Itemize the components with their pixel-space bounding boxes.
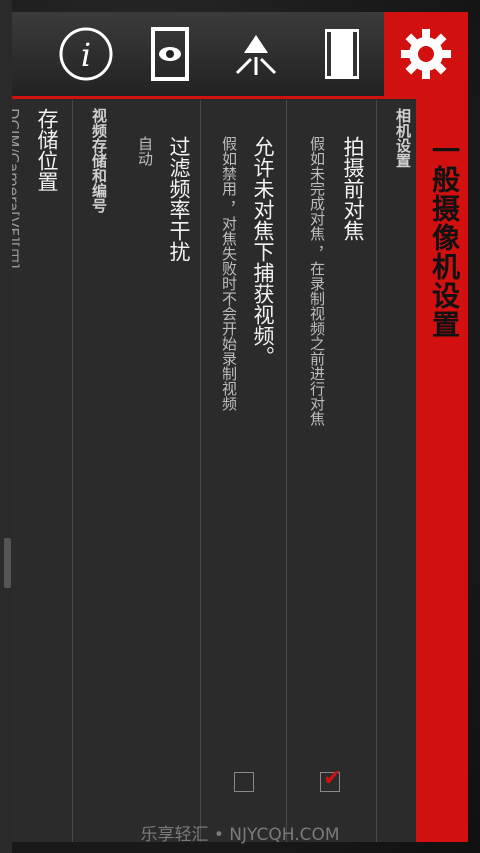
flash-button[interactable] <box>218 12 294 96</box>
checkbox-unchecked[interactable] <box>234 772 254 792</box>
setting-storage-location[interactable]: 存储位置 DCIM/Camera[VF][日] <box>12 96 72 842</box>
divider <box>286 100 287 842</box>
setting-focus-before-recording[interactable]: 拍摄前对焦 假如未完成对焦 ，在录制视频之前进行对焦 ✔ <box>288 96 376 842</box>
watermark: 乐享轻汇 • NJYCQH.COM <box>140 825 340 845</box>
setting-subtitle: 假如禁用 ，对焦失败时不会开始录制视频 <box>220 136 238 411</box>
info-glyph: i <box>81 36 91 74</box>
info-button[interactable]: i <box>48 12 124 96</box>
viewfinder-background <box>0 0 12 853</box>
screen: i 一般摄像机设置 相机设置 拍摄前对焦 假如未完成对焦 ，在录制视频之前进行对… <box>0 0 480 853</box>
divider <box>376 100 377 842</box>
check-icon: ✔ <box>323 766 342 791</box>
film-icon <box>325 29 359 79</box>
divider <box>72 100 73 842</box>
section-header-camera: 相机设置 <box>394 108 412 168</box>
drawer-handle[interactable] <box>4 538 11 588</box>
flash-icon <box>235 35 277 75</box>
checkbox-checked[interactable]: ✔ <box>320 766 342 792</box>
setting-allow-unfocused-capture[interactable]: 允许未对焦下捕获视频。 假如禁用 ，对焦失败时不会开始录制视频 <box>202 96 286 842</box>
video-mode-button[interactable] <box>304 12 380 96</box>
setting-title: 存储位置 <box>35 108 59 192</box>
setting-subtitle: 自动 <box>136 136 154 166</box>
setting-title: 过滤频率干扰 <box>167 136 191 262</box>
view-mode-button[interactable] <box>132 12 208 96</box>
title-bar: 一般摄像机设置 <box>416 96 468 842</box>
camera-toolbar: i <box>12 12 468 96</box>
settings-button[interactable] <box>384 12 468 96</box>
eye-icon <box>151 27 189 81</box>
setting-subtitle: 假如未完成对焦 ，在录制视频之前进行对焦 <box>308 136 326 426</box>
settings-gear-icon <box>401 29 451 79</box>
setting-flicker-filter[interactable]: 过滤频率干扰 自动 <box>122 96 200 842</box>
setting-subtitle: DCIM/Camera[VF][日] <box>12 108 22 269</box>
section-header-storage: 视频存储和编号 <box>90 108 108 213</box>
panel-title: 一般摄像机设置 <box>428 136 461 339</box>
settings-panel: 一般摄像机设置 相机设置 拍摄前对焦 假如未完成对焦 ，在录制视频之前进行对焦 … <box>12 96 468 842</box>
setting-title: 允许未对焦下捕获视频。 <box>251 136 275 367</box>
divider <box>200 100 201 842</box>
info-icon: i <box>59 27 113 81</box>
setting-title: 拍摄前对焦 <box>341 136 365 241</box>
